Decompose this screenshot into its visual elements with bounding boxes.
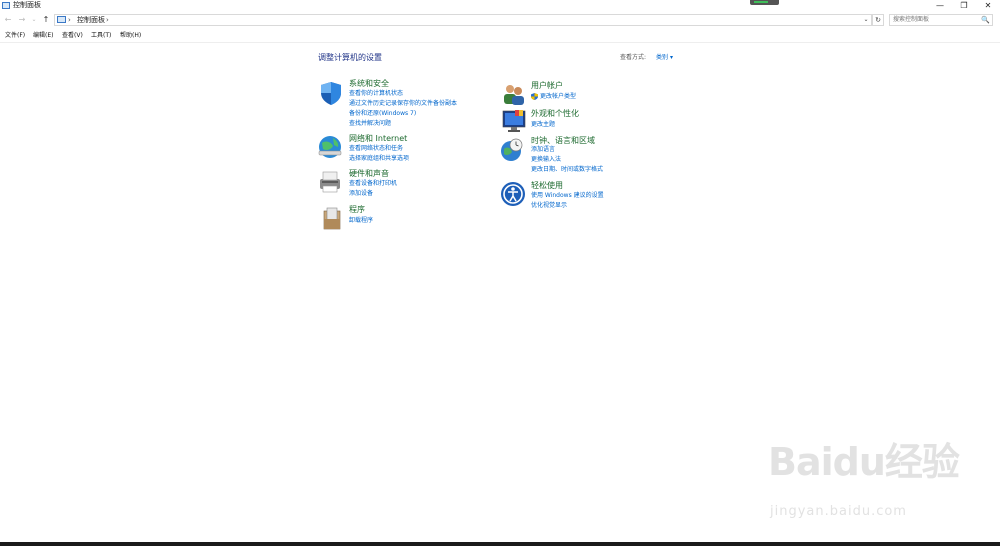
view-by-label: 查看方式: [620,54,647,61]
category-title-ease-of-access[interactable]: 轻松使用 [531,181,563,191]
link-troubleshoot[interactable]: 查找并解决问题 [349,120,391,128]
link-optimize-display[interactable]: 优化视觉显示 [531,202,567,210]
link-recommended-settings[interactable]: 使用 Windows 建议的设置 [531,192,604,200]
taskbar [0,542,1000,546]
category-title-user-accounts[interactable]: 用户帐户 [531,81,563,91]
link-change-theme[interactable]: 更改主题 [531,121,555,129]
shield-icon[interactable] [318,80,344,106]
category-title-programs[interactable]: 程序 [349,205,365,215]
link-network-status[interactable]: 查看网络状态和任务 [349,145,403,153]
link-add-language[interactable]: 添加语言 [531,146,555,154]
uac-shield-icon [531,93,538,100]
up-arrow-icon[interactable]: ↑ [40,14,52,26]
close-button[interactable]: ✕ [976,0,1000,11]
link-devices-printers[interactable]: 查看设备和打印机 [349,180,397,188]
address-bar[interactable] [54,14,872,26]
title-bar [0,0,1000,12]
link-backup-restore[interactable]: 备份和还原(Windows 7) [349,110,416,118]
minimize-button[interactable]: — [928,0,952,11]
menu-tools[interactable]: 工具(T) [91,32,111,40]
link-file-history[interactable]: 通过文件历史记录保存你的文件备份副本 [349,100,457,108]
refresh-icon[interactable]: ↻ [872,14,884,26]
printer-icon[interactable] [317,169,343,195]
chevron-down-icon[interactable]: ▾ [670,54,673,62]
link-change-account-type[interactable]: 更改帐户类型 [540,93,576,101]
search-placeholder[interactable]: 搜索控制面板 [893,14,929,26]
divider [0,42,1000,43]
monitor-icon[interactable] [501,108,527,134]
drag-handle [750,0,779,5]
link-check-status[interactable]: 查看你的计算机状态 [349,90,403,98]
breadcrumb-separator[interactable]: › [68,14,71,26]
menu-help[interactable]: 帮助(H) [120,32,141,40]
category-title-network[interactable]: 网络和 Internet [349,134,407,144]
category-title-hardware-sound[interactable]: 硬件和声音 [349,169,389,179]
accessibility-icon[interactable] [500,181,526,207]
baidu-watermark-url: jingyan.baidu.com [770,504,907,519]
network-globe-icon[interactable] [317,134,343,160]
menu-view[interactable]: 查看(V) [62,32,83,40]
search-icon[interactable]: 🔍 [981,14,990,26]
programs-box-icon[interactable] [319,205,345,231]
category-title-system-security[interactable]: 系统和安全 [349,79,389,89]
forward-arrow-icon[interactable]: → [16,14,28,26]
control-panel-icon [2,2,10,9]
link-uninstall-program[interactable]: 卸载程序 [349,217,373,225]
baidu-watermark-logo: Baidu经验 [768,440,960,484]
window-title: 控制面板 [13,1,41,9]
restore-button[interactable]: ❐ [952,0,976,11]
breadcrumb[interactable]: 控制面板 [77,14,105,26]
users-icon[interactable] [501,81,527,107]
menu-edit[interactable]: 编辑(E) [33,32,53,40]
clock-globe-icon[interactable] [500,137,526,163]
menu-file[interactable]: 文件(F) [5,32,25,40]
link-change-input-method[interactable]: 更换输入法 [531,156,561,164]
link-change-date-format[interactable]: 更改日期、时间或数字格式 [531,166,603,174]
view-by-dropdown[interactable]: 类别 [656,54,668,62]
recent-locations-icon[interactable]: ⌄ [30,14,38,26]
page-title: 调整计算机的设置 [318,53,382,62]
chevron-down-icon[interactable]: ⌄ [861,14,871,26]
breadcrumb-separator[interactable]: › [106,14,109,26]
link-add-device[interactable]: 添加设备 [349,190,373,198]
back-arrow-icon[interactable]: ← [2,14,14,26]
category-title-appearance[interactable]: 外观和个性化 [531,109,579,119]
link-homegroup[interactable]: 选择家庭组和共享选项 [349,155,409,163]
category-title-clock-language-region[interactable]: 时钟、语言和区域 [531,136,595,146]
control-panel-icon [57,16,66,23]
